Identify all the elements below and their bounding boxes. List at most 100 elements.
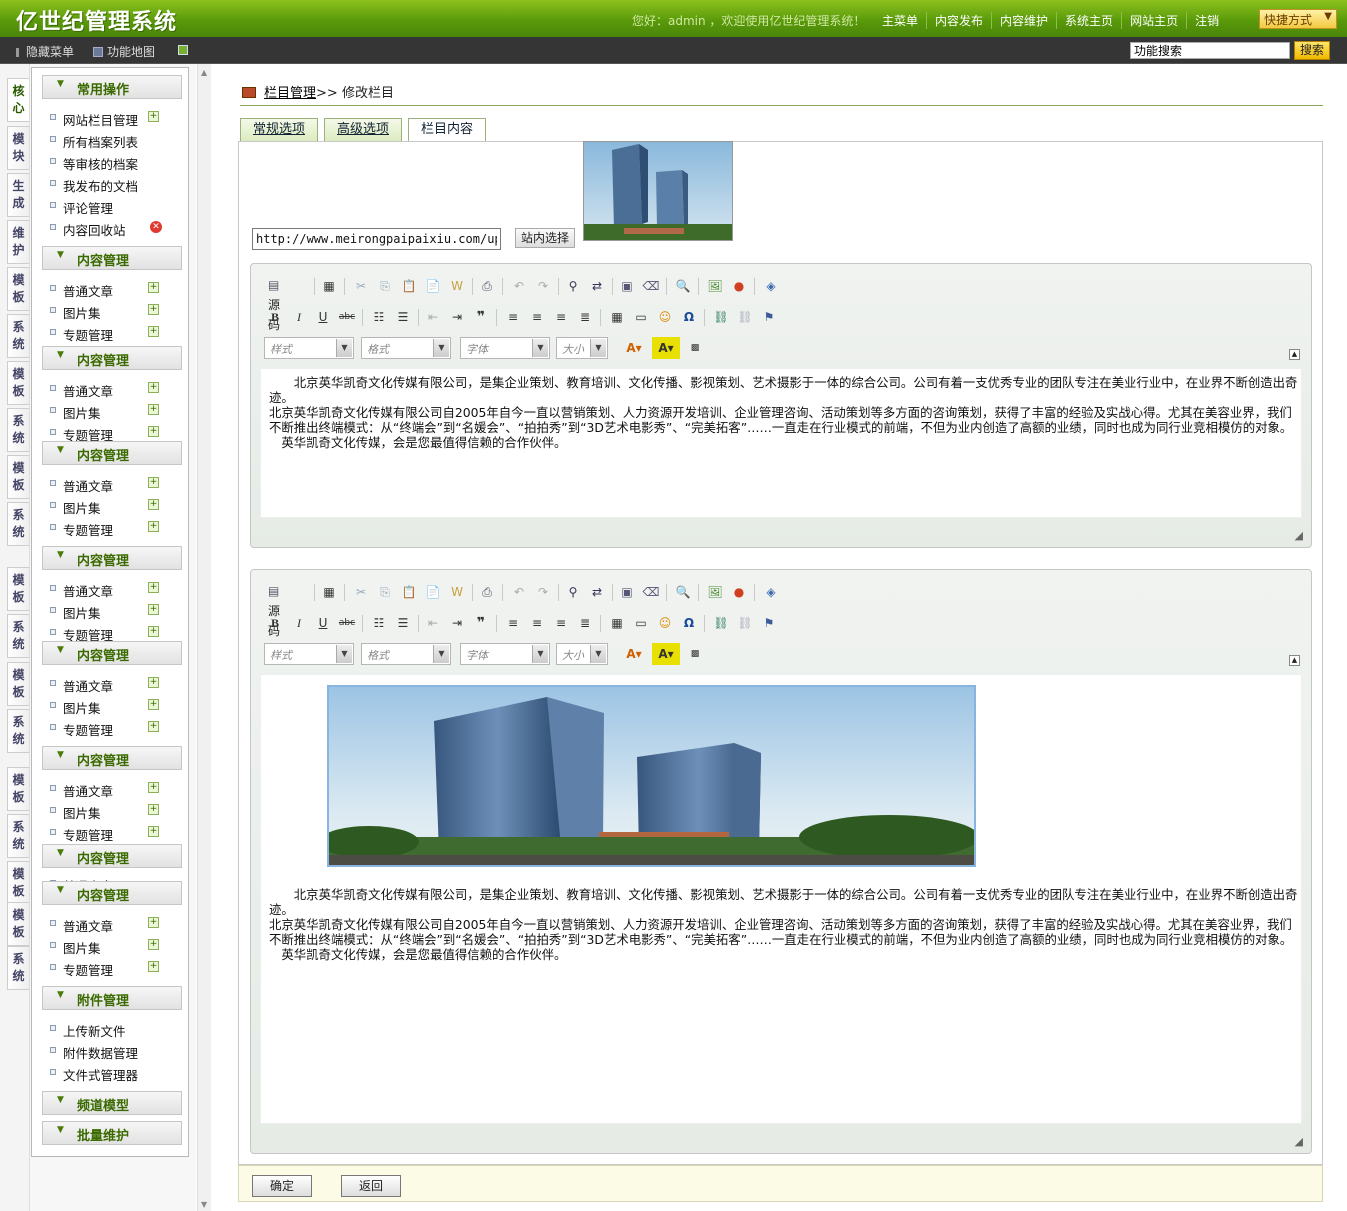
menu-item-gallery[interactable]: 图片集 + — [50, 302, 180, 321]
strikethrough-icon[interactable]: abc — [336, 612, 358, 634]
menu-item-gallery[interactable]: 图片集 + — [50, 937, 180, 956]
undo-icon[interactable]: ↶ — [508, 581, 530, 603]
blockquote-icon[interactable]: ❞ — [470, 612, 492, 634]
menu-item-article[interactable]: 普通文章 + — [50, 915, 180, 934]
menu-group-content[interactable]: ▼ 内容管理 — [42, 346, 182, 370]
menu-item-gallery[interactable]: 图片集 + — [50, 802, 180, 821]
menu-group-content[interactable]: ▼ 内容管理 — [42, 441, 182, 465]
align-left-icon[interactable]: ≡ — [502, 612, 524, 634]
search-input[interactable] — [1130, 42, 1290, 59]
bg-color-icon[interactable]: A▾ — [652, 643, 680, 665]
side-tab-system[interactable]: 系统 — [7, 709, 29, 753]
add-icon[interactable]: + — [148, 721, 159, 732]
undo-icon[interactable]: ↶ — [508, 275, 530, 297]
nav-system-home[interactable]: 系统主页 — [1056, 12, 1121, 29]
add-icon[interactable]: + — [148, 326, 159, 337]
menu-group-batch[interactable]: ▼ 批量维护 — [42, 1121, 182, 1145]
menu-item-attachment-data[interactable]: 附件数据管理 — [50, 1042, 180, 1061]
horizontal-rule-icon[interactable]: ▭ — [630, 612, 652, 634]
map-icon[interactable] — [178, 45, 188, 55]
indent-icon[interactable]: ⇥ — [446, 306, 468, 328]
add-icon[interactable]: + — [148, 111, 159, 122]
anchor-icon[interactable]: ⚑ — [758, 612, 780, 634]
print-icon[interactable]: ⎙ — [476, 581, 498, 603]
menu-item-article[interactable]: 普通文章 + — [50, 475, 180, 494]
editor-content-area[interactable]: 北京英华凯奇文化传媒有限公司，是集企业策划、教育培训、文化传播、影视策划、艺术摄… — [260, 674, 1302, 1124]
copy-icon[interactable]: ⎘ — [374, 275, 396, 297]
menu-group-common[interactable]: ▼ 常用操作 — [42, 75, 182, 99]
copy-icon[interactable]: ⎘ — [374, 581, 396, 603]
strikethrough-icon[interactable]: abc — [336, 306, 358, 328]
redo-icon[interactable]: ↷ — [532, 581, 554, 603]
style-select[interactable]: 样式 ▼ — [264, 643, 354, 665]
show-blocks-icon[interactable]: ▩ — [684, 643, 706, 665]
side-tab-template[interactable]: 模板 — [7, 767, 29, 811]
flash-icon[interactable]: ● — [728, 275, 750, 297]
breadcrumb-link[interactable]: 栏目管理 — [264, 86, 316, 101]
side-tab-template[interactable]: 模板 — [7, 662, 29, 706]
image-icon[interactable]: 🖼 — [704, 275, 726, 297]
ordered-list-icon[interactable]: ☷ — [368, 612, 390, 634]
nav-site-home[interactable]: 网站主页 — [1121, 12, 1186, 29]
side-tab-template[interactable]: 模板 — [7, 455, 29, 499]
image-icon[interactable]: 🖼 — [704, 581, 726, 603]
menu-group-attachments[interactable]: ▼ 附件管理 — [42, 986, 182, 1010]
add-icon[interactable]: + — [148, 582, 159, 593]
add-icon[interactable]: + — [148, 699, 159, 710]
redo-icon[interactable]: ↷ — [532, 275, 554, 297]
special-char-icon[interactable]: Ω — [678, 612, 700, 634]
hide-menu-button[interactable]: 隐藏菜单 — [16, 43, 74, 60]
ordered-list-icon[interactable]: ☷ — [368, 306, 390, 328]
image-url-input[interactable] — [252, 228, 501, 250]
find-icon[interactable]: ⚲ — [562, 275, 584, 297]
italic-icon[interactable]: I — [288, 612, 310, 634]
menu-group-content[interactable]: ▼ 内容管理 — [42, 246, 182, 270]
menu-item-article[interactable]: 普通文章 + — [50, 280, 180, 299]
delete-icon[interactable]: ✕ — [150, 221, 162, 233]
add-icon[interactable]: + — [148, 404, 159, 415]
font-select[interactable]: 字体 ▼ — [460, 337, 550, 359]
menu-group-content[interactable]: ▼ 内容管理 — [42, 881, 182, 905]
align-right-icon[interactable]: ≡ — [550, 306, 572, 328]
menu-item-topics[interactable]: 专题管理 + — [50, 424, 180, 443]
quick-access-dropdown[interactable]: 快捷方式 ▼ — [1259, 9, 1337, 29]
blockquote-icon[interactable]: ❞ — [470, 306, 492, 328]
table-icon[interactable]: ▦ — [606, 306, 628, 328]
side-tab-system[interactable]: 系统 — [7, 408, 29, 452]
italic-icon[interactable]: I — [288, 306, 310, 328]
add-icon[interactable]: + — [148, 782, 159, 793]
smiley-icon[interactable]: ☺ — [654, 306, 676, 328]
scroll-up-icon[interactable]: ▲ — [201, 68, 207, 77]
menu-item-all-archives[interactable]: 所有档案列表 — [50, 131, 180, 150]
menu-item-gallery[interactable]: 图片集 + — [50, 697, 180, 716]
menu-group-content[interactable]: ▼ 内容管理 — [42, 746, 182, 770]
special-char-icon[interactable]: Ω — [678, 306, 700, 328]
add-icon[interactable]: + — [148, 804, 159, 815]
text-color-icon[interactable]: A▾ — [620, 337, 648, 359]
remove-format-icon[interactable]: ⌫ — [640, 581, 662, 603]
menu-item-gallery[interactable]: 图片集 + — [50, 602, 180, 621]
source-button[interactable]: ▤ 源码 — [268, 275, 280, 332]
nav-main-menu[interactable]: 主菜单 — [874, 12, 926, 29]
side-tab-system[interactable]: 系统 — [7, 814, 29, 858]
search-button[interactable]: 搜索 — [1294, 41, 1330, 60]
show-blocks-icon[interactable]: ▩ — [684, 337, 706, 359]
menu-group-content[interactable]: ▼ 内容管理 — [42, 546, 182, 570]
add-icon[interactable]: + — [148, 961, 159, 972]
tab-advanced[interactable]: 高级选项 — [324, 118, 402, 142]
align-center-icon[interactable]: ≡ — [526, 306, 548, 328]
menu-group-channel-model[interactable]: ▼ 频道模型 — [42, 1091, 182, 1115]
format-select[interactable]: 格式 ▼ — [361, 337, 451, 359]
paste-word-icon[interactable]: W — [446, 275, 468, 297]
paste-icon[interactable]: 📋 — [398, 581, 420, 603]
size-select[interactable]: 大小 ▼ — [556, 337, 608, 359]
unordered-list-icon[interactable]: ☰ — [392, 612, 414, 634]
templates-icon[interactable]: ▦ — [318, 581, 340, 603]
replace-icon[interactable]: ⇄ — [586, 275, 608, 297]
unlink-icon[interactable]: ⛓ — [734, 612, 756, 634]
nav-publish[interactable]: 内容发布 — [926, 12, 991, 29]
side-tab-module[interactable]: 模块 — [7, 126, 29, 170]
paste-icon[interactable]: 📋 — [398, 275, 420, 297]
menu-item-topics[interactable]: 专题管理 + — [50, 719, 180, 738]
tab-content[interactable]: 栏目内容 — [408, 118, 486, 143]
